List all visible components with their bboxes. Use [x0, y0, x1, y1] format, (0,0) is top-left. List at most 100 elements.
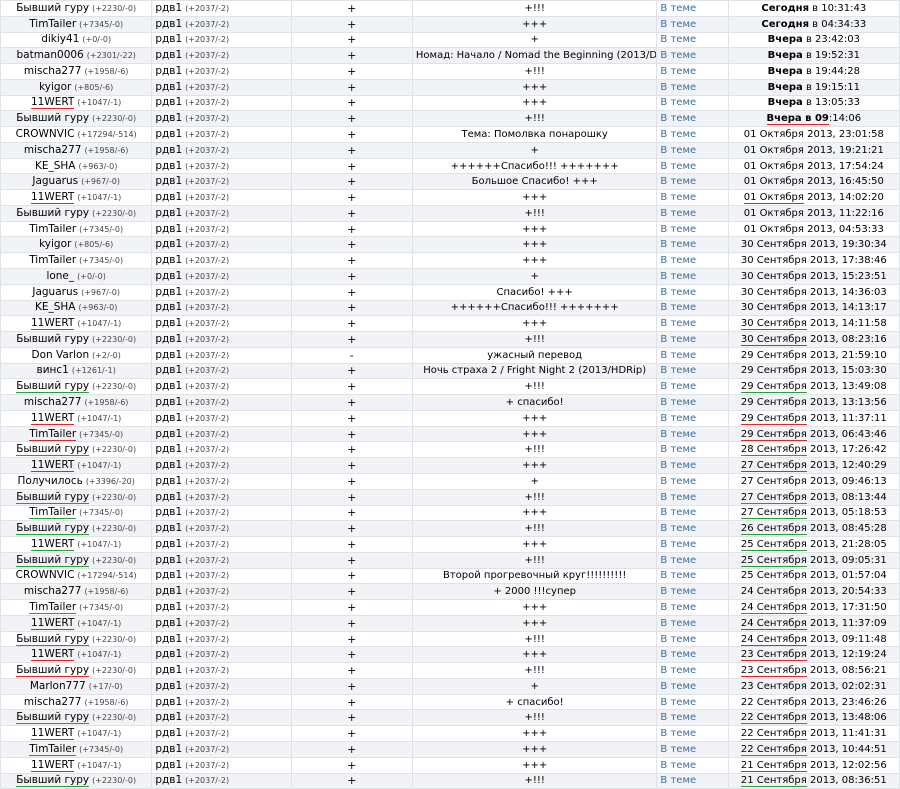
recipient-name[interactable]: рдв1	[155, 286, 182, 298]
recipient-name[interactable]: рдв1	[155, 2, 182, 14]
sender-name[interactable]: 11WERT	[31, 459, 75, 473]
topic-link[interactable]: В теме	[660, 255, 696, 266]
sender-name[interactable]: batman0006	[16, 49, 83, 61]
sender-name[interactable]: KE_SHA	[35, 160, 76, 172]
topic-link[interactable]: В теме	[660, 19, 696, 30]
recipient-name[interactable]: рдв1	[155, 617, 182, 629]
recipient-name[interactable]: рдв1	[155, 223, 182, 235]
topic-link[interactable]: В теме	[660, 728, 696, 739]
sender-name[interactable]: mischa277	[24, 696, 82, 708]
topic-link[interactable]: В теме	[660, 460, 696, 471]
topic-link[interactable]: В теме	[660, 350, 696, 361]
recipient-name[interactable]: рдв1	[155, 175, 182, 187]
recipient-name[interactable]: рдв1	[155, 207, 182, 219]
recipient-name[interactable]: рдв1	[155, 585, 182, 597]
sender-name[interactable]: 11WERT	[31, 648, 75, 662]
sender-name[interactable]: Бывший гуру	[16, 664, 90, 678]
topic-link[interactable]: В теме	[660, 523, 696, 534]
recipient-name[interactable]: рдв1	[155, 601, 182, 613]
recipient-name[interactable]: рдв1	[155, 81, 182, 93]
topic-link[interactable]: В теме	[660, 555, 696, 566]
topic-link[interactable]: В теме	[660, 318, 696, 329]
recipient-name[interactable]: рдв1	[155, 648, 182, 660]
sender-name[interactable]: mischa277	[24, 144, 82, 156]
topic-link[interactable]: В теме	[660, 681, 696, 692]
recipient-name[interactable]: рдв1	[155, 112, 182, 124]
recipient-name[interactable]: рдв1	[155, 538, 182, 550]
recipient-name[interactable]: рдв1	[155, 396, 182, 408]
sender-name[interactable]: Бывший гуру	[16, 2, 89, 14]
topic-link[interactable]: В теме	[660, 176, 696, 187]
topic-link[interactable]: В теме	[660, 618, 696, 629]
sender-name[interactable]: TimTailer	[29, 18, 76, 30]
recipient-name[interactable]: рдв1	[155, 380, 182, 392]
topic-link[interactable]: В теме	[660, 492, 696, 503]
sender-name[interactable]: Бывший гуру	[16, 207, 89, 219]
recipient-name[interactable]: рдв1	[155, 333, 182, 345]
topic-link[interactable]: В теме	[660, 239, 696, 250]
recipient-name[interactable]: рдв1	[155, 506, 182, 518]
recipient-name[interactable]: рдв1	[155, 680, 182, 692]
topic-link[interactable]: В теме	[660, 712, 696, 723]
sender-name[interactable]: dikiy41	[41, 33, 79, 45]
sender-name[interactable]: Бывший гуру	[16, 490, 90, 504]
sender-name[interactable]: 11WERT	[31, 411, 75, 425]
recipient-name[interactable]: рдв1	[155, 191, 182, 203]
sender-name[interactable]: Бывший гуру	[16, 333, 89, 345]
recipient-name[interactable]: рдв1	[155, 65, 182, 77]
recipient-name[interactable]: рдв1	[155, 522, 182, 534]
topic-link[interactable]: В теме	[660, 50, 696, 61]
sender-name[interactable]: Получилось	[17, 475, 82, 487]
sender-name[interactable]: 11WERT	[31, 758, 75, 772]
sender-name[interactable]: CROWNVIC	[16, 128, 75, 140]
recipient-name[interactable]: рдв1	[155, 459, 182, 471]
recipient-name[interactable]: рдв1	[155, 711, 182, 723]
sender-name[interactable]: Marlon777	[30, 680, 86, 692]
topic-link[interactable]: В теме	[660, 34, 696, 45]
topic-link[interactable]: В теме	[660, 397, 696, 408]
sender-name[interactable]: Бывший гуру	[16, 522, 90, 536]
recipient-name[interactable]: рдв1	[155, 727, 182, 739]
topic-link[interactable]: В теме	[660, 113, 696, 124]
topic-link[interactable]: В теме	[660, 413, 696, 424]
topic-link[interactable]: В теме	[660, 602, 696, 613]
recipient-name[interactable]: рдв1	[155, 301, 182, 313]
topic-link[interactable]: В теме	[660, 697, 696, 708]
topic-link[interactable]: В теме	[660, 129, 696, 140]
sender-name[interactable]: KE_SHA	[35, 301, 76, 313]
topic-link[interactable]: В теме	[660, 586, 696, 597]
sender-name[interactable]: Бывший гуру	[16, 711, 90, 725]
sender-name[interactable]: 11WERT	[31, 317, 75, 331]
sender-name[interactable]: kyigor	[39, 81, 71, 93]
recipient-name[interactable]: рдв1	[155, 428, 182, 440]
sender-name[interactable]: TimTailer	[29, 506, 77, 520]
recipient-name[interactable]: рдв1	[155, 443, 182, 455]
sender-name[interactable]: Jaguarus	[32, 175, 78, 187]
sender-name[interactable]: lone_	[46, 270, 74, 282]
sender-name[interactable]: TimTailer	[29, 600, 77, 614]
topic-link[interactable]: В теме	[660, 365, 696, 376]
topic-link[interactable]: В теме	[660, 444, 696, 455]
topic-link[interactable]: В теме	[660, 334, 696, 345]
topic-link[interactable]: В теме	[660, 287, 696, 298]
sender-name[interactable]: винс1	[37, 364, 69, 376]
sender-name[interactable]: Бывший гуру	[16, 380, 90, 394]
recipient-name[interactable]: рдв1	[155, 18, 182, 30]
sender-name[interactable]: mischa277	[24, 396, 82, 408]
sender-name[interactable]: TimTailer	[29, 254, 76, 266]
sender-name[interactable]: 11WERT	[31, 96, 75, 110]
topic-link[interactable]: В теме	[660, 208, 696, 219]
recipient-name[interactable]: рдв1	[155, 49, 182, 61]
topic-link[interactable]: В теме	[660, 760, 696, 771]
sender-name[interactable]: Бывший гуру	[16, 443, 90, 457]
recipient-name[interactable]: рдв1	[155, 554, 182, 566]
topic-link[interactable]: В теме	[660, 744, 696, 755]
topic-link[interactable]: В теме	[660, 649, 696, 660]
recipient-name[interactable]: рдв1	[155, 33, 182, 45]
recipient-name[interactable]: рдв1	[155, 144, 182, 156]
sender-name[interactable]: Jaguarus	[32, 286, 78, 298]
sender-name[interactable]: 11WERT	[31, 537, 75, 551]
recipient-name[interactable]: рдв1	[155, 743, 182, 755]
sender-name[interactable]: CROWNVIC	[16, 569, 75, 581]
sender-name[interactable]: TimTailer	[29, 427, 77, 441]
